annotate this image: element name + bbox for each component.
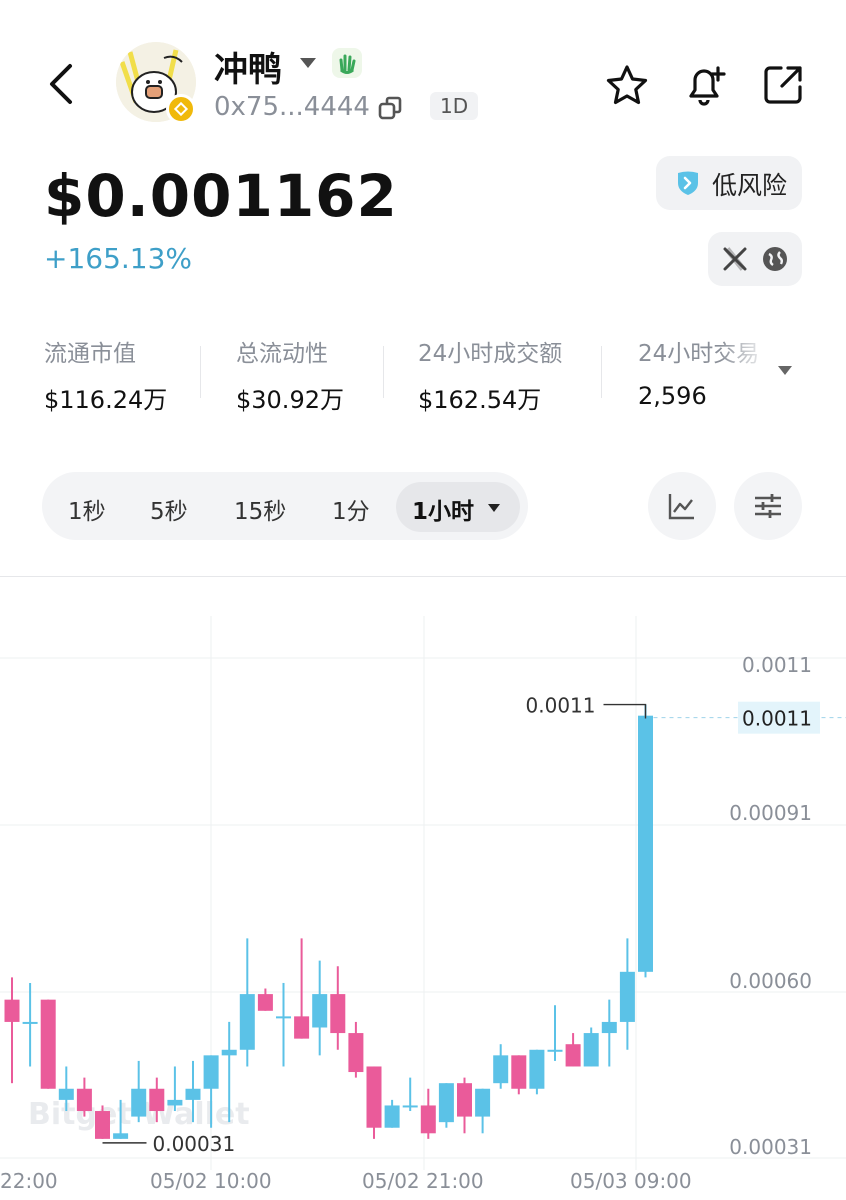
stats-expand-caret-icon[interactable] bbox=[778, 366, 792, 375]
candle-body bbox=[330, 994, 346, 1034]
token-address: 0x75...4444 bbox=[214, 92, 370, 122]
candle-body bbox=[638, 715, 653, 972]
chevron-left-icon bbox=[50, 64, 72, 104]
candle-body bbox=[384, 1105, 400, 1128]
stat-value-24h-trades: 2,596 bbox=[638, 382, 707, 410]
candle-body bbox=[511, 1055, 527, 1089]
chart-separator bbox=[0, 576, 846, 577]
stat-fade bbox=[720, 326, 770, 376]
candle-body bbox=[167, 1099, 183, 1106]
interval-dropdown-caret-icon bbox=[488, 504, 500, 512]
candle-body bbox=[493, 1055, 509, 1084]
stat-label-market-cap: 流通市值 bbox=[44, 341, 136, 367]
current-price-label: 0.0011 bbox=[742, 707, 812, 731]
interval-15s[interactable]: 15秒 bbox=[234, 492, 286, 526]
candle-body bbox=[420, 1105, 436, 1134]
back-button[interactable] bbox=[40, 60, 84, 108]
stat-value-market-cap: $116.24万 bbox=[44, 386, 168, 414]
low-marker-label: 0.00031 bbox=[153, 1132, 236, 1156]
stat-divider bbox=[200, 346, 201, 398]
candle-body bbox=[276, 1016, 291, 1019]
interval-5s[interactable]: 5秒 bbox=[150, 492, 188, 526]
x-twitter-icon[interactable] bbox=[722, 246, 748, 272]
hand-badge-icon bbox=[332, 48, 362, 78]
interval-1m[interactable]: 1分 bbox=[332, 492, 370, 526]
candle-body bbox=[348, 1033, 364, 1073]
candle-body bbox=[58, 1088, 74, 1100]
candle-body bbox=[221, 1049, 237, 1056]
candle-body bbox=[312, 994, 328, 1028]
interval-1s[interactable]: 1秒 bbox=[68, 492, 106, 526]
stat-value-24h-volume: $162.54万 bbox=[418, 386, 542, 414]
candle-body bbox=[185, 1088, 201, 1100]
candle-body bbox=[131, 1088, 147, 1117]
stat-label-24h-volume: 24小时成交额 bbox=[418, 341, 563, 367]
candle-body bbox=[294, 1016, 310, 1039]
stat-divider bbox=[601, 346, 602, 398]
candle-body bbox=[583, 1033, 599, 1067]
y-axis-tick-label: 0.00031 bbox=[729, 1135, 812, 1159]
candle-body bbox=[40, 999, 56, 1089]
x-axis-tick-label: 05/02 21:00 bbox=[362, 1169, 484, 1193]
y-axis-tick-label: 0.00091 bbox=[729, 801, 812, 825]
candle-body bbox=[457, 1083, 472, 1117]
y-axis-tick-label: 0.0011 bbox=[742, 653, 812, 677]
candle-body bbox=[529, 1049, 545, 1089]
age-badge: 1D bbox=[430, 92, 479, 120]
candle-body bbox=[113, 1133, 129, 1139]
line-chart-icon bbox=[668, 494, 694, 520]
candle-body bbox=[619, 971, 635, 1022]
token-dropdown-caret-icon[interactable] bbox=[300, 58, 316, 68]
x-axis-tick-label: 05/03 09:00 bbox=[570, 1169, 692, 1193]
sliders-icon bbox=[755, 494, 781, 518]
share-icon[interactable] bbox=[760, 62, 806, 108]
token-name: 冲鸭 bbox=[214, 50, 282, 90]
star-icon[interactable] bbox=[604, 62, 650, 108]
token-price: $0.001162 bbox=[44, 162, 398, 230]
high-marker-label: 0.0011 bbox=[526, 694, 596, 718]
candle-body bbox=[76, 1088, 92, 1112]
bell-plus-icon[interactable] bbox=[682, 60, 730, 108]
candle-body bbox=[601, 1021, 617, 1034]
candle-body bbox=[565, 1044, 581, 1067]
copy-icon[interactable] bbox=[376, 94, 406, 124]
candle-body bbox=[366, 1066, 382, 1128]
bnb-chain-icon bbox=[166, 94, 196, 124]
candle-body bbox=[257, 994, 273, 1011]
risk-label: 低风险 bbox=[712, 171, 788, 200]
y-axis-tick-label: 0.00060 bbox=[729, 969, 812, 993]
price-change: +165.13% bbox=[44, 242, 193, 275]
candle-body bbox=[95, 1111, 110, 1139]
candle-body bbox=[203, 1055, 219, 1089]
stat-divider bbox=[383, 346, 384, 398]
candle-body bbox=[547, 1049, 563, 1052]
candle-body bbox=[438, 1083, 454, 1123]
candle-body bbox=[22, 1021, 38, 1024]
shield-icon bbox=[676, 170, 700, 196]
candle-body bbox=[4, 999, 20, 1022]
x-axis-tick-label: 22:00 bbox=[0, 1169, 58, 1193]
candle-body bbox=[239, 994, 255, 1050]
candle-body bbox=[402, 1105, 418, 1108]
globe-icon[interactable] bbox=[762, 246, 788, 272]
candle-body bbox=[475, 1088, 491, 1117]
chart-settings-button[interactable] bbox=[734, 472, 802, 540]
candlestick-chart[interactable]: Bitget Wallet0.00110.000310.00110.00110.… bbox=[0, 580, 846, 1200]
candle-body bbox=[149, 1088, 165, 1112]
stat-label-liquidity: 总流动性 bbox=[236, 341, 328, 367]
interval-1h-label: 1小时 bbox=[412, 499, 475, 525]
x-axis-tick-label: 05/02 10:00 bbox=[150, 1169, 272, 1193]
stat-value-liquidity: $30.92万 bbox=[236, 386, 344, 414]
line-chart-button[interactable] bbox=[648, 472, 716, 540]
